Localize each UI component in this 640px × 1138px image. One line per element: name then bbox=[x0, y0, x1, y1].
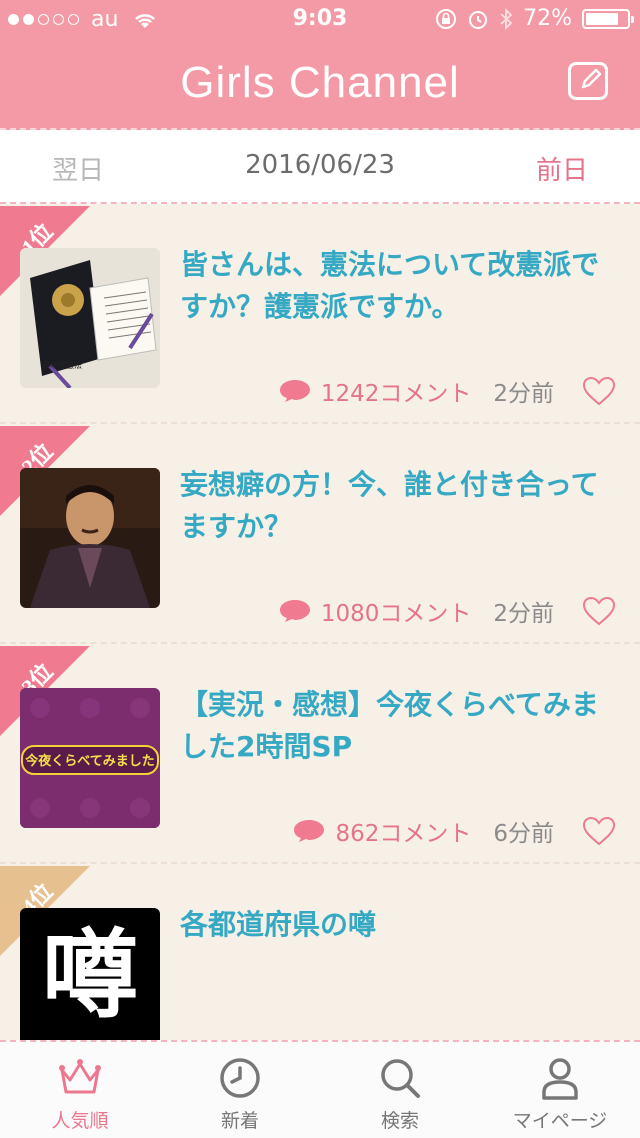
bluetooth-icon bbox=[500, 7, 513, 30]
comment-bubble-icon bbox=[294, 820, 325, 842]
topic-thumbnail[interactable]: 日本国憲法 bbox=[20, 248, 160, 388]
tab-label: 人気順 bbox=[51, 1110, 109, 1132]
constitution-image bbox=[20, 248, 160, 388]
topic-title[interactable]: 妄想癖の方！今、誰と付き合ってますか？ bbox=[180, 464, 610, 548]
thumbnail-caption: 日本国憲法 bbox=[42, 361, 82, 370]
comment-bubble-icon bbox=[279, 380, 310, 402]
alarm-icon bbox=[469, 10, 488, 29]
topic-title[interactable]: 【実況・感想】今夜くらべてみました2時間SP bbox=[180, 684, 610, 768]
comment-count: 1242コメント bbox=[320, 381, 472, 407]
time-ago: 2分前 bbox=[493, 381, 554, 407]
search-icon bbox=[381, 1059, 420, 1098]
time-ago: 2分前 bbox=[493, 601, 554, 627]
topic-thumbnail[interactable] bbox=[20, 468, 160, 608]
thumbnail-caption: 今夜くらべてみました bbox=[25, 754, 155, 769]
tab-popular[interactable]: 人気順 bbox=[0, 1042, 160, 1138]
app-header: au 9:03 72% Girls Channel bbox=[0, 0, 640, 130]
comment-bubble-icon bbox=[279, 600, 310, 622]
date-navigation: 翌日 2016/06/23 前日 bbox=[0, 130, 640, 204]
battery-percent: 72% bbox=[523, 6, 572, 31]
time-ago: 6分前 bbox=[493, 821, 554, 847]
topic-title[interactable]: 皆さんは、憲法について改憲派ですか？護憲派ですか。 bbox=[180, 244, 610, 328]
ranking-item[interactable]: 2位 妄想癖の方！今、誰と付き合ってますか？ 1080コメント 2分前 bbox=[0, 426, 640, 644]
pencil-icon bbox=[581, 68, 602, 89]
tab-new[interactable]: 新着 bbox=[160, 1042, 320, 1138]
ranking-item[interactable]: 4位 噂 各都道府県の噂 bbox=[0, 866, 640, 1040]
tab-search[interactable]: 検索 bbox=[320, 1042, 480, 1138]
favorite-heart-icon[interactable] bbox=[582, 376, 616, 406]
topic-thumbnail[interactable]: 噂 bbox=[20, 908, 160, 1040]
page-title: Girls Channel bbox=[180, 58, 460, 107]
person-icon bbox=[542, 1058, 578, 1100]
tab-label: マイページ bbox=[512, 1110, 608, 1132]
favorite-heart-icon[interactable] bbox=[582, 816, 616, 846]
topic-thumbnail[interactable]: 今夜くらべてみました bbox=[20, 688, 160, 828]
comment-count: 862コメント bbox=[335, 821, 472, 847]
thumbnail-caption: 噂 bbox=[42, 919, 138, 1031]
ranking-list: 1位 日本国憲法 皆さんは、憲法について改憲派ですか？護憲派ですか。 1242コ… bbox=[0, 206, 640, 1040]
topic-meta: 862コメント 6分前 bbox=[293, 814, 616, 848]
topic-title[interactable]: 各都道府県の噂 bbox=[180, 904, 610, 946]
ranking-item[interactable]: 3位 今夜くらべてみました 【実況・感想】今夜くらべてみました2時間SP 862… bbox=[0, 646, 640, 864]
crown-icon bbox=[59, 1059, 101, 1094]
status-right: 72% bbox=[435, 6, 634, 31]
person-photo bbox=[20, 468, 160, 608]
ranking-item[interactable]: 1位 日本国憲法 皆さんは、憲法について改憲派ですか？護憲派ですか。 1242コ… bbox=[0, 206, 640, 424]
tab-bar: 人気順 新着 検索 マイページ bbox=[0, 1040, 640, 1138]
previous-day-button[interactable]: 前日 bbox=[536, 150, 588, 187]
tab-label: 新着 bbox=[220, 1110, 259, 1132]
favorite-heart-icon[interactable] bbox=[582, 596, 616, 626]
rotation-lock-icon bbox=[436, 8, 457, 29]
battery-icon bbox=[582, 8, 634, 29]
topic-meta: 1080コメント 2分前 bbox=[279, 594, 616, 628]
tab-label: 検索 bbox=[380, 1110, 419, 1132]
comment-count: 1080コメント bbox=[320, 601, 472, 627]
tab-mypage[interactable]: マイページ bbox=[480, 1042, 640, 1138]
compose-button[interactable] bbox=[568, 62, 608, 100]
status-bar: au 9:03 72% bbox=[0, 0, 640, 40]
topic-meta: 1242コメント 2分前 bbox=[279, 374, 616, 408]
clock-icon bbox=[220, 1058, 260, 1098]
